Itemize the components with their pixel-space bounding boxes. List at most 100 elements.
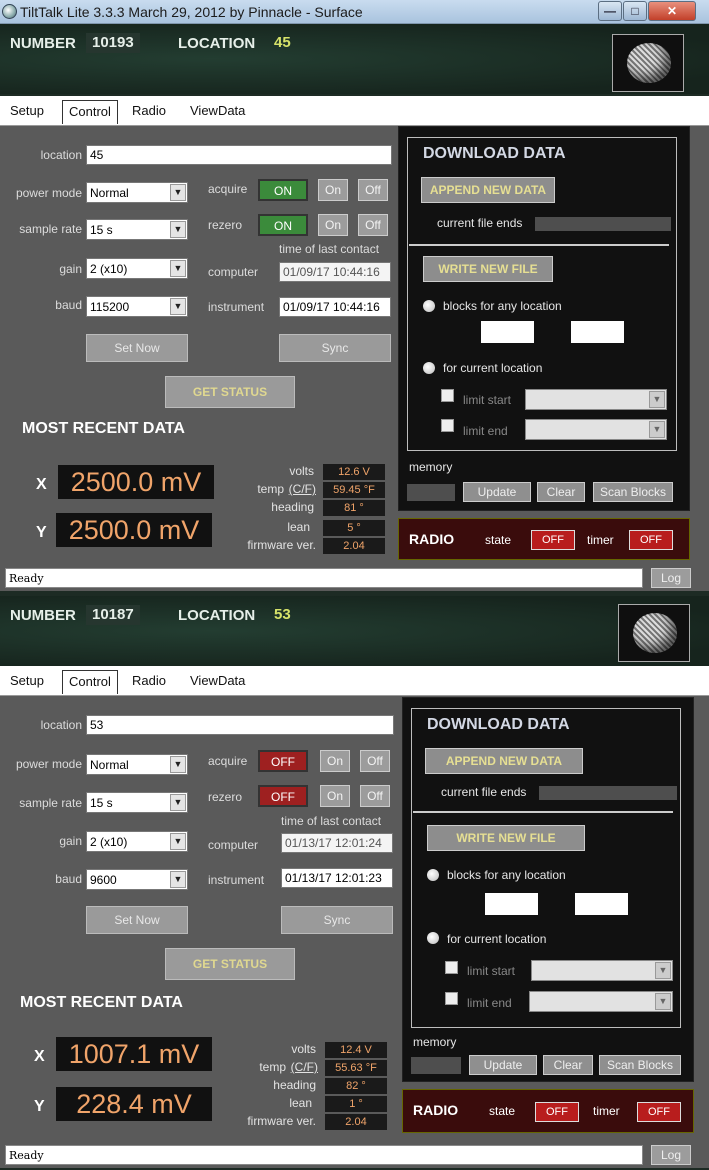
tab-radio[interactable]: Radio bbox=[126, 100, 172, 124]
radio-state-button[interactable]: OFF bbox=[535, 1102, 579, 1122]
tab-radio[interactable]: Radio bbox=[126, 670, 172, 694]
sync-button[interactable]: Sync bbox=[281, 906, 393, 934]
chevron-down-icon: ▼ bbox=[170, 871, 186, 888]
chevron-down-icon: ▼ bbox=[170, 184, 186, 201]
limit-end-label: limit end bbox=[467, 996, 512, 1010]
download-data-heading: DOWNLOAD DATA bbox=[423, 145, 566, 162]
acquire-state-indicator: OFF bbox=[258, 750, 308, 772]
update-button[interactable]: Update bbox=[463, 482, 531, 502]
block-to-input[interactable] bbox=[575, 893, 628, 915]
location-header-value: 53 bbox=[274, 606, 291, 623]
current-location-radio[interactable] bbox=[423, 362, 435, 374]
append-new-data-button[interactable]: APPEND NEW DATA bbox=[421, 177, 555, 203]
write-new-file-button[interactable]: WRITE NEW FILE bbox=[423, 256, 553, 282]
temp-unit-toggle[interactable]: (C/F) bbox=[286, 482, 316, 496]
acquire-on-button[interactable]: On bbox=[318, 179, 348, 201]
acquire-off-button[interactable]: Off bbox=[358, 179, 388, 201]
sample-rate-select[interactable]: 15 s ▼ bbox=[86, 219, 188, 240]
radio-timer-button[interactable]: OFF bbox=[637, 1102, 681, 1122]
x-axis-label: X bbox=[36, 476, 47, 493]
get-status-button[interactable]: GET STATUS bbox=[165, 376, 295, 408]
rezero-on-button[interactable]: On bbox=[320, 785, 350, 807]
tab-control[interactable]: Control bbox=[62, 670, 118, 694]
divider bbox=[413, 811, 673, 813]
radio-state-button[interactable]: OFF bbox=[531, 530, 575, 550]
limit-end-checkbox[interactable] bbox=[445, 992, 458, 1005]
divider bbox=[409, 244, 669, 246]
time-last-contact-label: time of last contact bbox=[279, 242, 380, 256]
temp-unit-toggle[interactable]: (C/F) bbox=[288, 1060, 318, 1074]
radio-timer-button[interactable]: OFF bbox=[629, 530, 673, 550]
sync-button[interactable]: Sync bbox=[279, 334, 391, 362]
rezero-label: rezero bbox=[208, 790, 243, 804]
acquire-on-button[interactable]: On bbox=[320, 750, 350, 772]
temp-label: temp bbox=[259, 1060, 286, 1074]
heading-label: heading bbox=[273, 1078, 316, 1092]
location-input[interactable]: 45 bbox=[86, 145, 392, 165]
current-file-ends-value bbox=[535, 217, 671, 231]
rezero-off-button[interactable]: Off bbox=[360, 785, 390, 807]
scan-blocks-button[interactable]: Scan Blocks bbox=[599, 1055, 681, 1075]
rezero-on-button[interactable]: On bbox=[318, 214, 348, 236]
limit-start-select[interactable]: ▼ bbox=[531, 960, 673, 981]
current-location-radio[interactable] bbox=[427, 932, 439, 944]
status-bar: Ready Log bbox=[0, 1142, 709, 1168]
current-location-label: for current location bbox=[443, 361, 543, 375]
gain-select[interactable]: 2 (x10) ▼ bbox=[86, 258, 188, 279]
limit-start-checkbox[interactable] bbox=[441, 389, 454, 402]
firmware-label: firmware ver. bbox=[247, 1114, 316, 1128]
set-now-button[interactable]: Set Now bbox=[86, 906, 188, 934]
limit-start-checkbox[interactable] bbox=[445, 961, 458, 974]
gain-select[interactable]: 2 (x10) ▼ bbox=[86, 831, 188, 852]
tab-setup[interactable]: Setup bbox=[4, 670, 50, 694]
rezero-state-indicator: ON bbox=[258, 214, 308, 236]
append-new-data-button[interactable]: APPEND NEW DATA bbox=[425, 748, 583, 774]
power-mode-select[interactable]: Normal ▼ bbox=[86, 182, 188, 203]
write-new-file-button[interactable]: WRITE NEW FILE bbox=[427, 825, 585, 851]
volts-value: 12.4 V bbox=[325, 1042, 387, 1058]
set-now-button[interactable]: Set Now bbox=[86, 334, 188, 362]
tab-bar: Setup Control Radio ViewData bbox=[0, 666, 709, 696]
sample-rate-select[interactable]: 15 s ▼ bbox=[86, 792, 188, 813]
current-file-ends-label: current file ends bbox=[437, 216, 523, 230]
location-input[interactable]: 53 bbox=[86, 715, 394, 735]
tab-viewdata[interactable]: ViewData bbox=[184, 100, 251, 124]
lean-label: lean bbox=[289, 1096, 312, 1110]
blocks-any-location-radio[interactable] bbox=[423, 300, 435, 312]
maximize-button[interactable]: □ bbox=[623, 1, 647, 21]
lean-value: 5 ° bbox=[323, 520, 385, 536]
computer-time-field: 01/13/17 12:01:24 bbox=[281, 833, 393, 853]
minimize-button[interactable]: — bbox=[598, 1, 622, 21]
log-button[interactable]: Log bbox=[651, 1145, 691, 1165]
acquire-off-button[interactable]: Off bbox=[360, 750, 390, 772]
power-mode-select[interactable]: Normal ▼ bbox=[86, 754, 188, 775]
baud-select[interactable]: 9600 ▼ bbox=[86, 869, 188, 890]
update-button[interactable]: Update bbox=[469, 1055, 537, 1075]
tab-setup[interactable]: Setup bbox=[4, 100, 50, 124]
acquire-state-indicator: ON bbox=[258, 179, 308, 201]
limit-end-checkbox[interactable] bbox=[441, 419, 454, 432]
scan-blocks-button[interactable]: Scan Blocks bbox=[593, 482, 673, 502]
clear-button[interactable]: Clear bbox=[543, 1055, 593, 1075]
sample-rate-label: sample rate bbox=[19, 222, 82, 236]
location-label: location bbox=[40, 718, 82, 732]
limit-end-select[interactable]: ▼ bbox=[529, 991, 673, 1012]
clear-button[interactable]: Clear bbox=[537, 482, 585, 502]
download-data-heading: DOWNLOAD DATA bbox=[427, 716, 570, 733]
block-to-input[interactable] bbox=[571, 321, 624, 343]
tab-viewdata[interactable]: ViewData bbox=[184, 670, 251, 694]
baud-value: 115200 bbox=[90, 300, 130, 314]
block-from-input[interactable] bbox=[485, 893, 538, 915]
close-button[interactable]: ✕ bbox=[648, 1, 696, 21]
get-status-button[interactable]: GET STATUS bbox=[165, 948, 295, 980]
tab-bar: Setup Control Radio ViewData bbox=[0, 96, 709, 126]
baud-select[interactable]: 115200 ▼ bbox=[86, 296, 188, 317]
rezero-off-button[interactable]: Off bbox=[358, 214, 388, 236]
tab-control[interactable]: Control bbox=[62, 100, 118, 124]
power-mode-value: Normal bbox=[90, 186, 129, 200]
log-button[interactable]: Log bbox=[651, 568, 691, 588]
limit-start-select[interactable]: ▼ bbox=[525, 389, 667, 410]
limit-end-select[interactable]: ▼ bbox=[525, 419, 667, 440]
block-from-input[interactable] bbox=[481, 321, 534, 343]
blocks-any-location-radio[interactable] bbox=[427, 869, 439, 881]
